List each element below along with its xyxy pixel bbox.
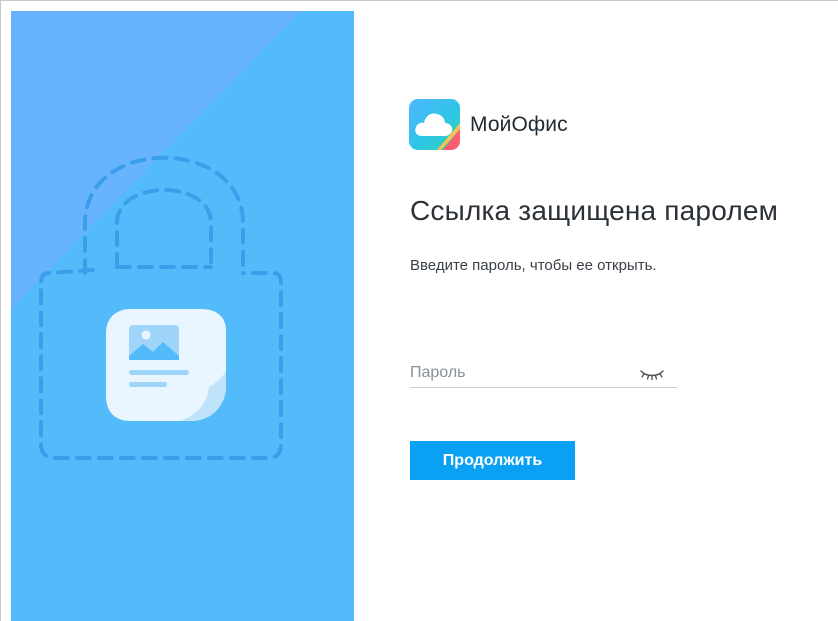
image-document-icon — [106, 309, 226, 421]
continue-button[interactable]: Продолжить — [410, 441, 575, 480]
cloud-logo-icon — [409, 99, 460, 150]
page-title: Ссылка защищена паролем — [410, 195, 779, 226]
brand-logo: МойОфис — [409, 99, 568, 150]
illustration-panel — [11, 11, 354, 621]
eye-closed-icon[interactable] — [639, 367, 665, 381]
password-field — [410, 361, 677, 388]
window-frame: МойОфис Ссылка защищена паролем Введите … — [0, 0, 838, 621]
brand-name: МойОфис — [470, 112, 568, 136]
lock-illustration — [39, 155, 283, 460]
page-subtitle: Введите пароль, чтобы ее открыть. — [410, 257, 657, 274]
login-form-panel: МойОфис Ссылка защищена паролем Введите … — [354, 11, 838, 621]
password-input[interactable] — [410, 361, 635, 385]
